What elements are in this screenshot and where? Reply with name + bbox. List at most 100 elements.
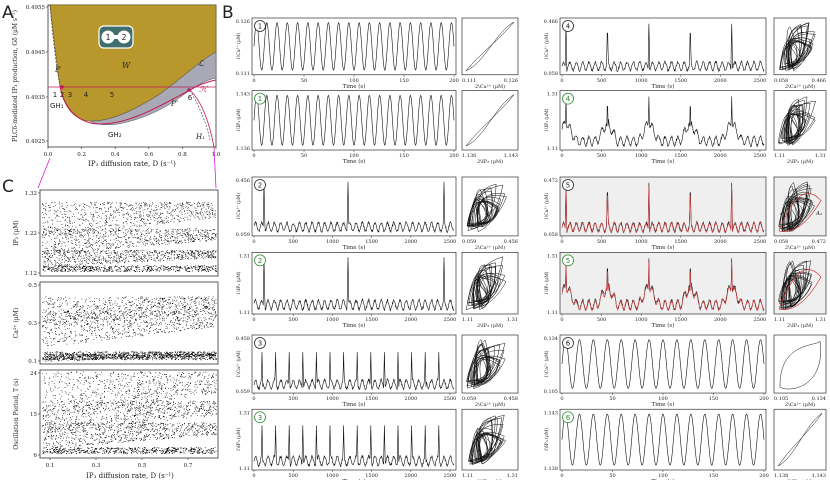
y-tick-label: 0.3 [28,321,37,327]
y-axis-label: 1\IP₃ (μM) [543,108,550,132]
time-trace [253,181,455,234]
y-tick-label: 0.058 [544,71,558,77]
x-axis-label: 2\IP₃ (μM) [477,158,503,165]
panel-a-bifurcation-plot: 1 2 3 4 5 6P′ W ℒℋP″GH₁GH₂ H₁1 20.49550.49450.493… [12,4,221,189]
x-tick-label: 150 [399,153,409,159]
gh-point [60,85,64,89]
zoom-line [37,157,51,189]
x-tick-label: 1000 [635,78,648,84]
annotation: A₂ [815,211,822,217]
cell-number: 1 [258,23,262,31]
x-tick-label: 2500 [754,153,767,159]
x-tick-label: 1.31 [507,473,518,479]
gh-point [187,88,191,92]
time-trace [561,413,765,466]
y-tick-label: 1.31 [239,410,250,416]
x-axis-label: 2\Ca²⁺ (μM) [475,83,505,90]
x-axis-label: Time (s) [652,401,675,408]
x-tick-label: 2500 [444,396,457,402]
y-axis-label: 1\Ca²⁺ (μM) [235,350,242,377]
x-tick-label: 150 [709,396,719,402]
y-tick-label: 6 [34,453,38,459]
y-tick-label: 1.11 [547,310,558,316]
point-label: 1 [53,91,57,99]
ip3-row: 1.1431.1361\IP₃ (μM)10 50 100 150 200Time (s… [235,90,519,165]
trace-frame [251,90,457,151]
plot-frame [39,189,219,277]
y-tick-label: 15 [30,412,37,418]
y-tick-label: 1.22 [25,231,37,237]
x-axis-label: Time (s) [343,322,366,329]
region-label: GH₂ [108,131,122,139]
panel-label-b: B [222,3,234,23]
x-tick-label: 2000 [404,239,417,245]
gap-junction [114,35,118,39]
ca-row: 0.456 0.059 1\Ca²⁺ (μM) 2 0 500 1000 1500 2000 25… [235,176,519,251]
x-tick-label: 0 [560,78,563,84]
y-tick-label: 0.4945 [26,50,46,56]
x-tick-label: 1000 [326,396,339,402]
ca-row: 0.458 0.059 1\Ca²⁺ (μM) 3 0 500 1000 1500 2000 25… [235,334,519,408]
x-tick-label: 1.11 [462,473,473,479]
x-tick-label: 0 [560,239,563,245]
region-label: P″ [170,100,179,108]
x-axis-label: Time (s) [343,83,366,90]
x-tick-label: 2500 [754,78,767,84]
x-tick-label: 1.11 [462,317,473,323]
panel-b-time-series: 0.1260.1111\Ca²⁺ (μM)10 50 100 150 200Time (… [235,17,827,480]
y-tick-label: 1.31 [547,92,558,98]
x-tick-label: 150 [709,473,719,479]
x-tick-label: 1.143 [812,473,826,479]
trace-frame [559,334,767,394]
point-label: 6 [188,94,193,102]
x-tick-label: 1000 [326,317,339,323]
y-tick-label: 1.31 [239,253,250,259]
x-tick-label: 1500 [674,317,687,323]
y-tick-label: 0.458 [236,336,250,342]
region-label: W [122,61,131,70]
x-tick-label: 0 [252,317,255,323]
region-label: ℋ [199,85,208,94]
x-tick-label: 1.31 [815,153,826,159]
x-tick-label: 500 [288,239,298,245]
x-axis-label: 2\Ca²⁺ (μM) [785,83,815,90]
y-axis-label: Ca²⁺ (μM) [13,308,20,338]
y-tick-label: 0.4955 [26,5,46,11]
x-tick-label: 2000 [714,239,727,245]
y-tick-label: 1.138 [544,466,558,472]
y-axis-label: 1\Ca²⁺ (μM) [543,350,550,377]
x-tick-label: 500 [288,317,298,323]
x-tick-label: 1000 [635,239,648,245]
time-trace [253,352,455,391]
y-tick-label: 0.1 [28,359,37,365]
x-tick-label: 0.1 [46,463,55,469]
cell-number: 5 [566,257,570,265]
y-tick-label: 0.105 [544,389,558,395]
x-axis-label: 2\Ca²⁺ (μM) [475,401,505,408]
panel-c-bifurcation-diagrams: 1.32 1.22 1.12 IP₃ (μM) 0.5 0.3 0.1 Ca²⁺ (μM) 24… [13,189,219,480]
time-trace [253,257,455,312]
x-tick-label: 200 [759,473,769,479]
y-axis-label: Oscillation Period, T (s) [13,378,20,449]
y-axis-label: 1\Ca²⁺ (μM) [235,33,242,60]
x-tick-label: 2500 [444,239,457,245]
y-tick-label: 1.143 [236,92,250,98]
x-tick-label: 1500 [674,78,687,84]
ca-row: 0.1260.1111\Ca²⁺ (μM)10 50 100 150 200Time (… [235,17,519,90]
y-tick-label: 1.31 [547,253,558,259]
y-axis-label: IP₃ (μM) [13,220,20,245]
x-tick-label: 0 [252,396,255,402]
y-tick-label: 0.472 [544,178,558,184]
y-axis-label: 1\Ca²⁺ (μM) [543,33,550,60]
cell-number: 6 [566,414,571,422]
cell-label: 1 [105,33,110,42]
y-tick-label: 1.11 [239,466,250,472]
y-tick-label: 1.32 [25,191,37,197]
y-axis-label: 1\IP₃ (μM) [543,271,550,295]
point-label: 2 [60,91,64,99]
x-axis-label: IP₃ diffusion rate, D (s⁻¹) [86,472,174,480]
figure: A BC1 2 3 4 5 6P′ W ℒℋP″GH₁GH₂ H₁1 20.49550.49450.… [2,3,827,480]
x-tick-label: 2000 [714,78,727,84]
x-tick-label: 1000 [326,473,339,479]
ip3-row: 1.31 1.11 1\IP₃ (μM) 4 0 500 1000 1500 2000 2500 T… [543,90,827,165]
